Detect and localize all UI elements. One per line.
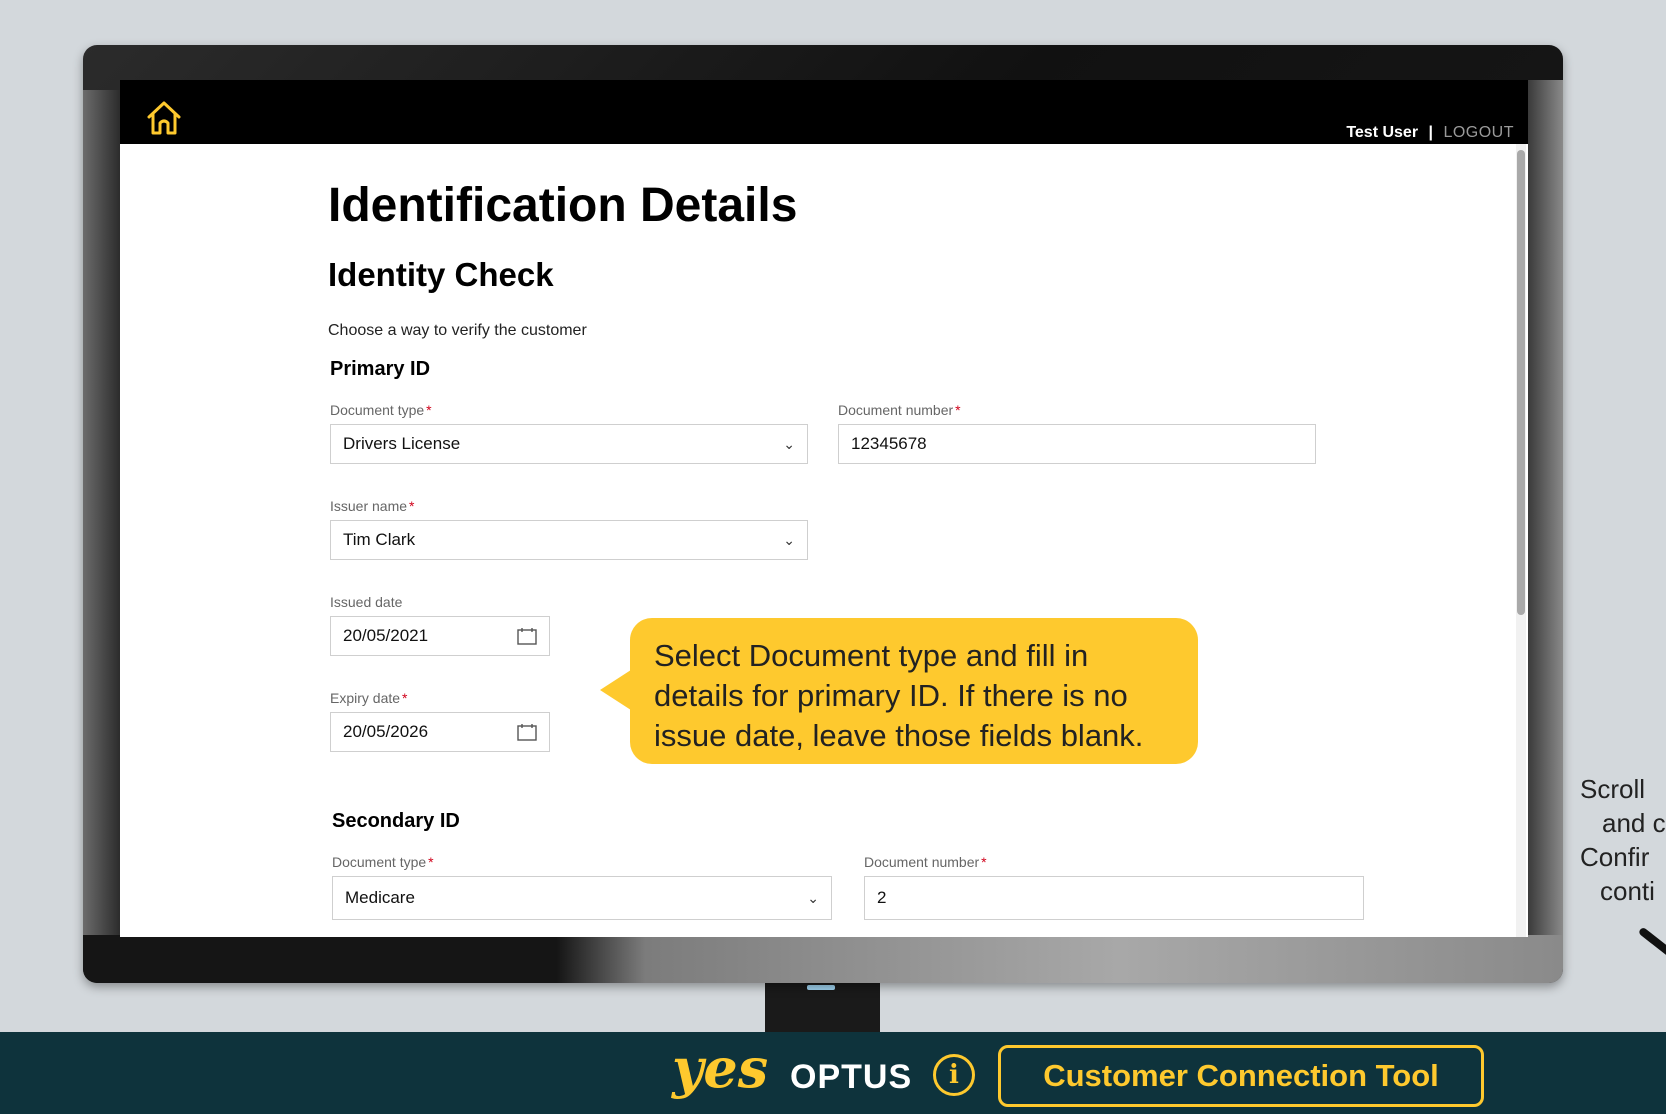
top-bar: Test User | LOGOUT bbox=[120, 80, 1528, 144]
required-marker: * bbox=[955, 402, 961, 418]
chevron-down-icon: ⌄ bbox=[783, 435, 795, 452]
yes-logo: yes bbox=[672, 1036, 769, 1100]
customer-connection-tool-badge: Customer Connection Tool bbox=[998, 1045, 1484, 1107]
app-screen: Test User | LOGOUT Identification Detail… bbox=[120, 80, 1528, 937]
primary-document-number-value: 12345678 bbox=[851, 434, 927, 453]
secondary-document-number-label-text: Document number bbox=[864, 854, 980, 870]
user-separator: | bbox=[1428, 124, 1433, 141]
side-hint: Scroll and c Confir conti bbox=[1580, 772, 1666, 908]
instruction-callout: Select Document type and fill in details… bbox=[630, 618, 1198, 764]
issuer-name-label-text: Issuer name bbox=[330, 498, 408, 514]
arrow-icon bbox=[1637, 926, 1666, 958]
expiry-date-label: Expiry date * bbox=[330, 690, 408, 706]
primary-document-number-input[interactable]: 12345678 bbox=[838, 424, 1316, 464]
issuer-name-label: Issuer name * bbox=[330, 498, 415, 514]
required-marker: * bbox=[981, 854, 987, 870]
callout-line-2: details for primary ID. If there is no bbox=[654, 678, 1128, 713]
instruction-text: Choose a way to verify the customer bbox=[328, 322, 587, 339]
issued-date-input[interactable]: 20/05/2021 bbox=[330, 616, 550, 656]
chevron-down-icon: ⌄ bbox=[807, 889, 819, 906]
callout-line-1: Select Document type and fill in bbox=[654, 638, 1089, 673]
secondary-document-type-label-text: Document type bbox=[332, 854, 427, 870]
page-title: Identification Details bbox=[328, 179, 798, 232]
primary-id-heading: Primary ID bbox=[330, 358, 431, 380]
issued-date-value: 20/05/2021 bbox=[343, 626, 429, 645]
secondary-document-type-value: Medicare bbox=[345, 888, 415, 907]
issued-date-label: Issued date bbox=[330, 594, 402, 610]
user-area: Test User | LOGOUT bbox=[1346, 124, 1514, 142]
required-marker: * bbox=[409, 498, 415, 514]
side-hint-line-3: Confir bbox=[1580, 842, 1650, 872]
primary-document-number-label: Document number * bbox=[838, 402, 961, 418]
secondary-document-number-label: Document number * bbox=[864, 854, 987, 870]
side-hint-line-1: Scroll bbox=[1580, 774, 1646, 804]
secondary-document-type-select[interactable]: Medicare ⌄ bbox=[332, 876, 832, 920]
secondary-id-heading: Secondary ID bbox=[332, 810, 460, 832]
issuer-name-select[interactable]: Tim Clark ⌄ bbox=[330, 520, 808, 560]
calendar-icon[interactable] bbox=[517, 723, 537, 741]
chevron-down-icon: ⌄ bbox=[783, 531, 795, 548]
monitor-bezel-bottom bbox=[83, 935, 1563, 983]
logout-link[interactable]: LOGOUT bbox=[1443, 124, 1514, 141]
callout-pointer bbox=[600, 668, 634, 712]
required-marker: * bbox=[402, 690, 408, 706]
side-hint-line-4: conti bbox=[1600, 876, 1655, 906]
side-hint-line-2: and c bbox=[1602, 808, 1666, 838]
home-icon[interactable] bbox=[144, 98, 184, 138]
expiry-date-value: 20/05/2026 bbox=[343, 722, 429, 741]
expiry-date-input[interactable]: 20/05/2026 bbox=[330, 712, 550, 752]
primary-document-type-select[interactable]: Drivers License ⌄ bbox=[330, 424, 808, 464]
callout-line-3: issue date, leave those fields blank. bbox=[654, 718, 1144, 753]
primary-document-number-label-text: Document number bbox=[838, 402, 954, 418]
monitor-bezel-right bbox=[1528, 80, 1563, 940]
main-content: Identification Details Identity Check Ch… bbox=[120, 144, 1510, 937]
monitor-stand bbox=[765, 975, 880, 1033]
required-marker: * bbox=[426, 402, 432, 418]
monitor-power-light bbox=[807, 985, 835, 990]
required-marker: * bbox=[428, 854, 434, 870]
expiry-date-label-text: Expiry date bbox=[330, 690, 401, 706]
scrollbar-thumb[interactable] bbox=[1517, 150, 1525, 615]
info-icon[interactable]: i bbox=[933, 1054, 975, 1096]
primary-document-type-label: Document type * bbox=[330, 402, 432, 418]
primary-document-type-value: Drivers License bbox=[343, 434, 461, 453]
secondary-document-type-label: Document type * bbox=[332, 854, 434, 870]
primary-document-type-label-text: Document type bbox=[330, 402, 425, 418]
issued-date-label-text: Issued date bbox=[330, 594, 403, 610]
section-title: Identity Check bbox=[328, 256, 554, 293]
user-name: Test User bbox=[1346, 124, 1419, 141]
optus-wordmark: OPTUS bbox=[790, 1058, 913, 1096]
secondary-document-number-input[interactable]: 2 bbox=[864, 876, 1364, 920]
issuer-name-value: Tim Clark bbox=[343, 530, 416, 549]
calendar-icon[interactable] bbox=[517, 627, 537, 645]
secondary-document-number-value: 2 bbox=[877, 888, 887, 907]
monitor-bezel-left bbox=[83, 90, 121, 940]
